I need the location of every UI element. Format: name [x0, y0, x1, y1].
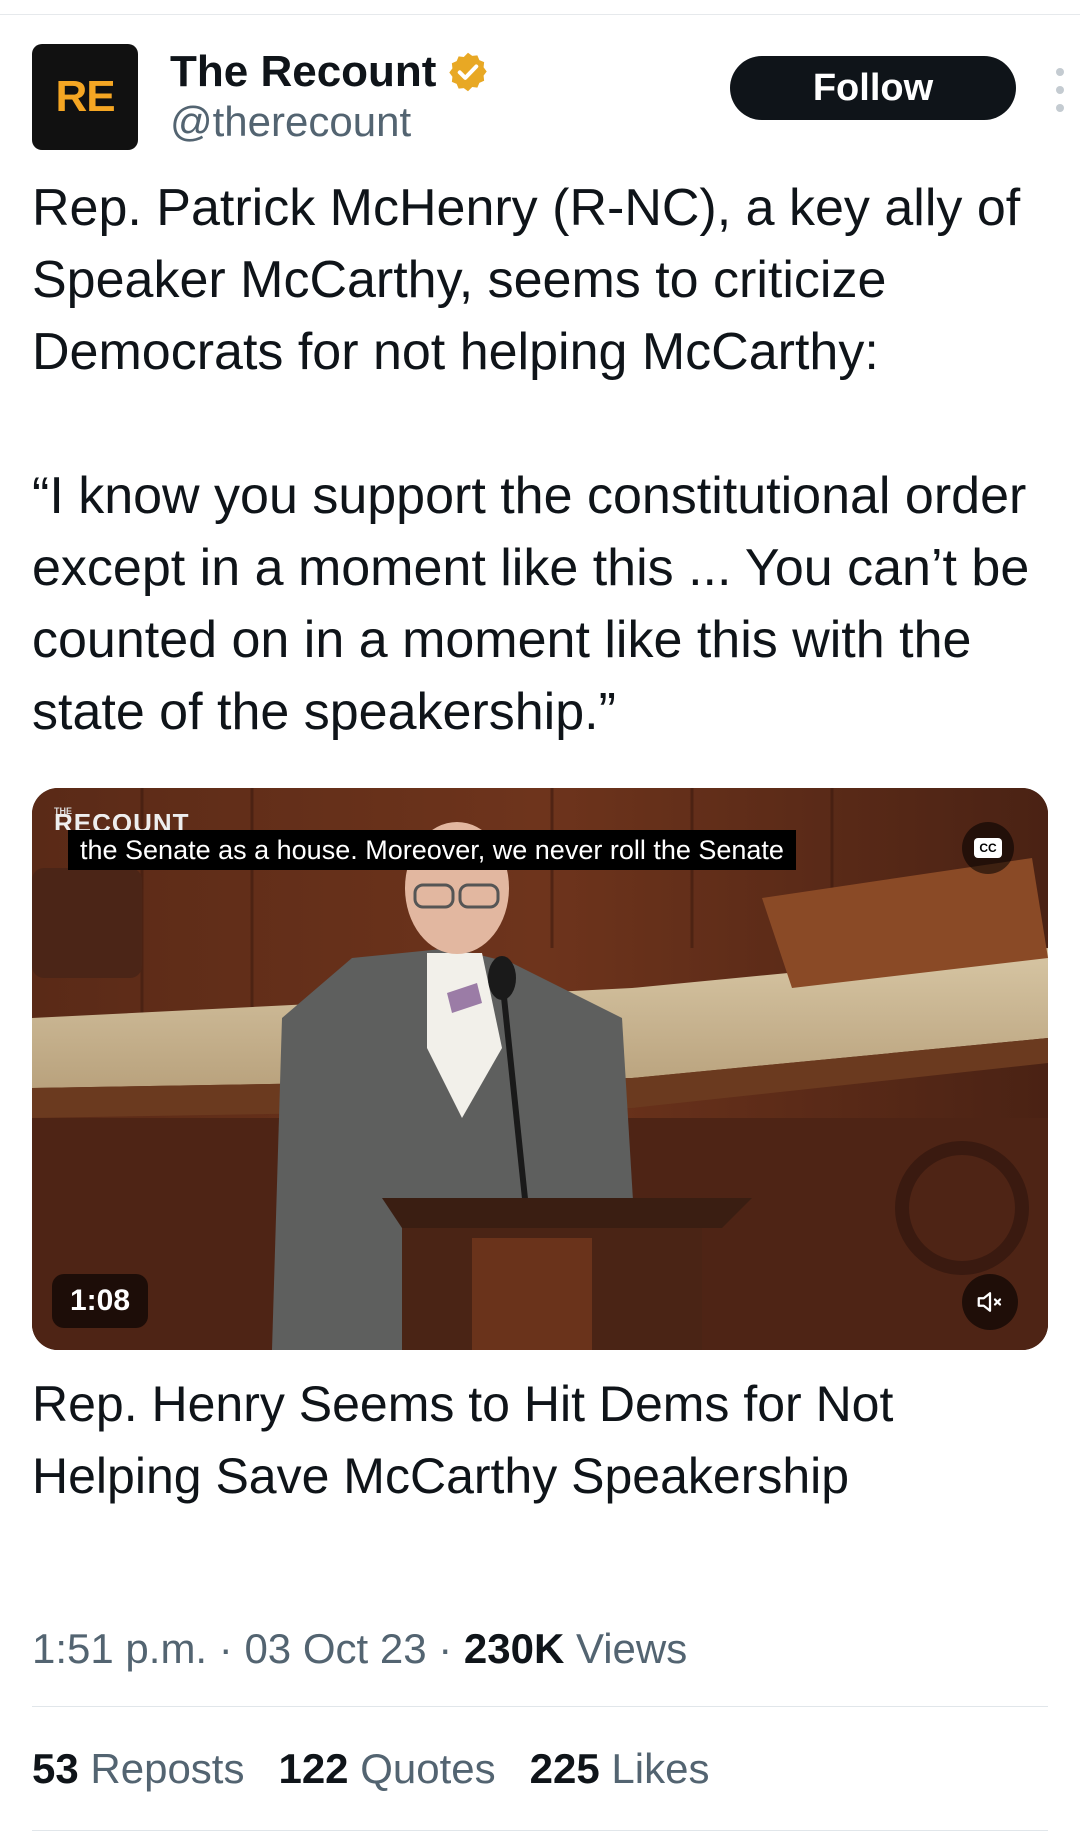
video-caption: the Senate as a house. Moreover, we neve…: [68, 830, 796, 870]
views-label: Views: [575, 1625, 688, 1672]
avatar[interactable]: RE: [32, 44, 138, 150]
follow-button[interactable]: Follow: [730, 56, 1016, 120]
views-count: 230K: [463, 1625, 565, 1672]
watermark-logo: RECOUNT: [54, 814, 190, 830]
meta-separator: ·: [438, 1625, 464, 1672]
video-frame: [32, 788, 1048, 1350]
avatar-logo-text: RE: [55, 72, 115, 121]
quotes-count: 122: [278, 1745, 349, 1792]
name-row: The Recount: [170, 44, 490, 100]
video-player[interactable]: THE RECOUNT the Senate as a house. Moreo…: [32, 788, 1048, 1350]
mute-button[interactable]: [962, 1274, 1018, 1330]
divider: [32, 1830, 1048, 1831]
likes-label: Likes: [611, 1745, 710, 1792]
verified-badge-icon[interactable]: [446, 50, 490, 94]
reposts-count: 53: [32, 1745, 79, 1792]
engagement-stats: 53 Reposts 122 Quotes 225 Likes: [32, 1745, 743, 1793]
tweet-header: RE The Recount @therecount Follow: [32, 44, 1064, 154]
user-handle[interactable]: @therecount: [170, 98, 411, 146]
display-name[interactable]: The Recount: [170, 47, 436, 97]
tweet-date[interactable]: 03 Oct 23: [244, 1625, 426, 1672]
tweet-text: Rep. Patrick McHenry (R-NC), a key ally …: [32, 179, 1030, 741]
video-duration: 1:08: [52, 1274, 148, 1328]
link-card-title[interactable]: Rep. Henry Seems to Hit Dems for Not Hel…: [32, 1368, 1048, 1512]
closed-captions-button[interactable]: CC: [962, 822, 1014, 874]
quotes-stat[interactable]: 122 Quotes: [278, 1745, 495, 1793]
reposts-label: Reposts: [90, 1745, 245, 1792]
cc-icon: CC: [974, 838, 1002, 858]
quotes-label: Quotes: [360, 1745, 496, 1792]
reposts-stat[interactable]: 53 Reposts: [32, 1745, 244, 1793]
meta-separator: ·: [218, 1625, 245, 1672]
top-divider: [0, 0, 1080, 15]
more-options-icon[interactable]: [1046, 68, 1074, 112]
speaker-muted-icon: [977, 1292, 1002, 1312]
tweet-meta: 1:51 p.m. · 03 Oct 23 · 230K Views: [32, 1625, 687, 1673]
likes-stat[interactable]: 225 Likes: [530, 1745, 710, 1793]
likes-count: 225: [529, 1745, 600, 1792]
divider: [32, 1706, 1048, 1707]
tweet-time[interactable]: 1:51 p.m.: [32, 1625, 207, 1672]
